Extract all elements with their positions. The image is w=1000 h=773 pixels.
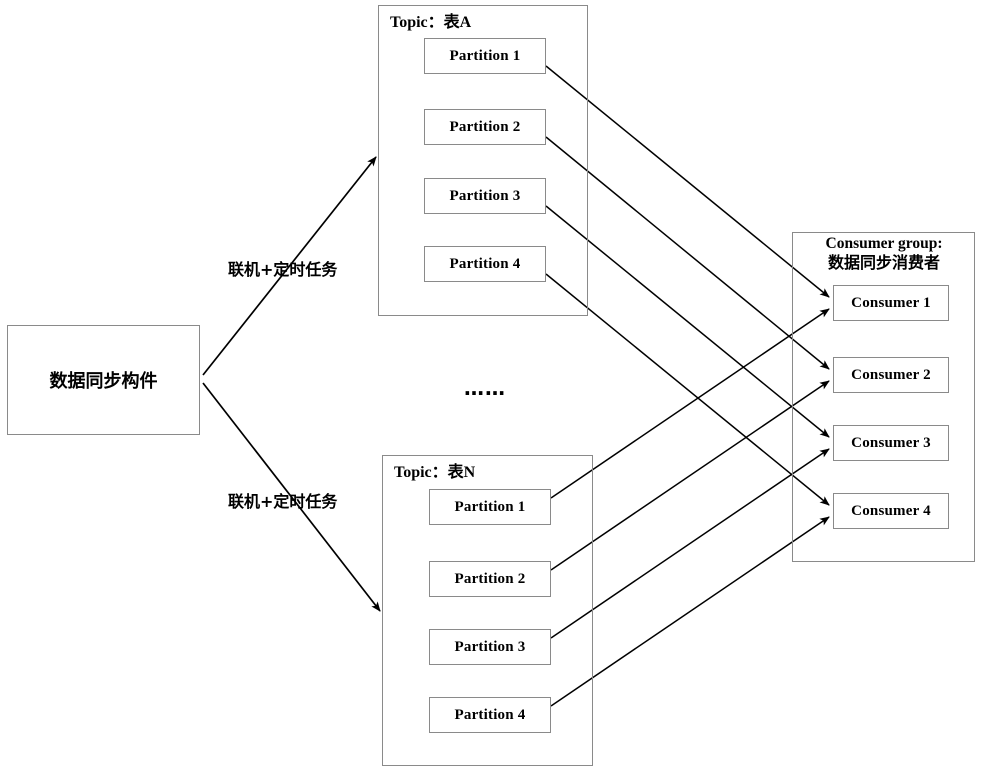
consumer-4[interactable]: Consumer 4 xyxy=(833,493,949,529)
edge-label-upper: 联机+定时任务 xyxy=(228,260,338,279)
edge-topic-a-p3-to-consumer-3 xyxy=(545,205,830,438)
topic-a-title-text: Topic：表A xyxy=(390,14,472,31)
topic-n-title: Topic：表N xyxy=(394,458,475,482)
topic-a-partition-2-label: Partition 2 xyxy=(449,118,521,135)
topic-a-partition-3[interactable]: Partition 3 xyxy=(424,178,546,214)
topic-n-partition-4-label: Partition 4 xyxy=(454,706,526,723)
topic-n-partition-1[interactable]: Partition 1 xyxy=(429,489,551,525)
topic-n-title-text: Topic：表N xyxy=(394,464,476,481)
topic-a-partition-4-label: Partition 4 xyxy=(449,255,521,272)
consumer-group-title: Consumer group: 数据同步消费者 xyxy=(789,234,979,273)
consumer-2[interactable]: Consumer 2 xyxy=(833,357,949,393)
diagram-canvas: 数据同步构件 联机+定时任务 联机+定时任务 Topic：表A Partitio… xyxy=(0,0,1000,773)
edge-topic-a-p2-to-consumer-2 xyxy=(545,136,830,370)
consumer-1[interactable]: Consumer 1 xyxy=(833,285,949,321)
source-node-label: 数据同步构件 xyxy=(49,371,158,392)
consumer-4-label: Consumer 4 xyxy=(851,502,931,519)
topic-n-partition-3-label: Partition 3 xyxy=(454,638,526,655)
edge-topic-a-p1-to-consumer-1 xyxy=(545,65,830,298)
consumer-group-title-line-1: Consumer group: xyxy=(825,235,943,252)
consumer-3[interactable]: Consumer 3 xyxy=(833,425,949,461)
consumer-group-title-line-2: 数据同步消费者 xyxy=(827,253,940,272)
topic-n-partition-4[interactable]: Partition 4 xyxy=(429,697,551,733)
edge-label-lower: 联机+定时任务 xyxy=(228,492,338,511)
topic-n-partition-1-label: Partition 1 xyxy=(454,498,526,515)
consumer-1-label: Consumer 1 xyxy=(851,294,931,311)
topic-n-partition-3[interactable]: Partition 3 xyxy=(429,629,551,665)
topic-a-partition-4[interactable]: Partition 4 xyxy=(424,246,546,282)
topic-a-partition-3-label: Partition 3 xyxy=(449,187,521,204)
topic-n-partition-2-label: Partition 2 xyxy=(454,570,526,587)
consumer-3-label: Consumer 3 xyxy=(851,434,931,451)
consumer-2-label: Consumer 2 xyxy=(851,366,931,383)
topics-ellipsis: …… xyxy=(464,376,506,400)
source-node-data-sync-component[interactable]: 数据同步构件 xyxy=(7,325,200,435)
topic-a-partition-1-label: Partition 1 xyxy=(449,47,521,64)
topic-a-partition-2[interactable]: Partition 2 xyxy=(424,109,546,145)
topic-a-title: Topic：表A xyxy=(390,8,471,32)
topic-n-partition-2[interactable]: Partition 2 xyxy=(429,561,551,597)
topic-a-partition-1[interactable]: Partition 1 xyxy=(424,38,546,74)
